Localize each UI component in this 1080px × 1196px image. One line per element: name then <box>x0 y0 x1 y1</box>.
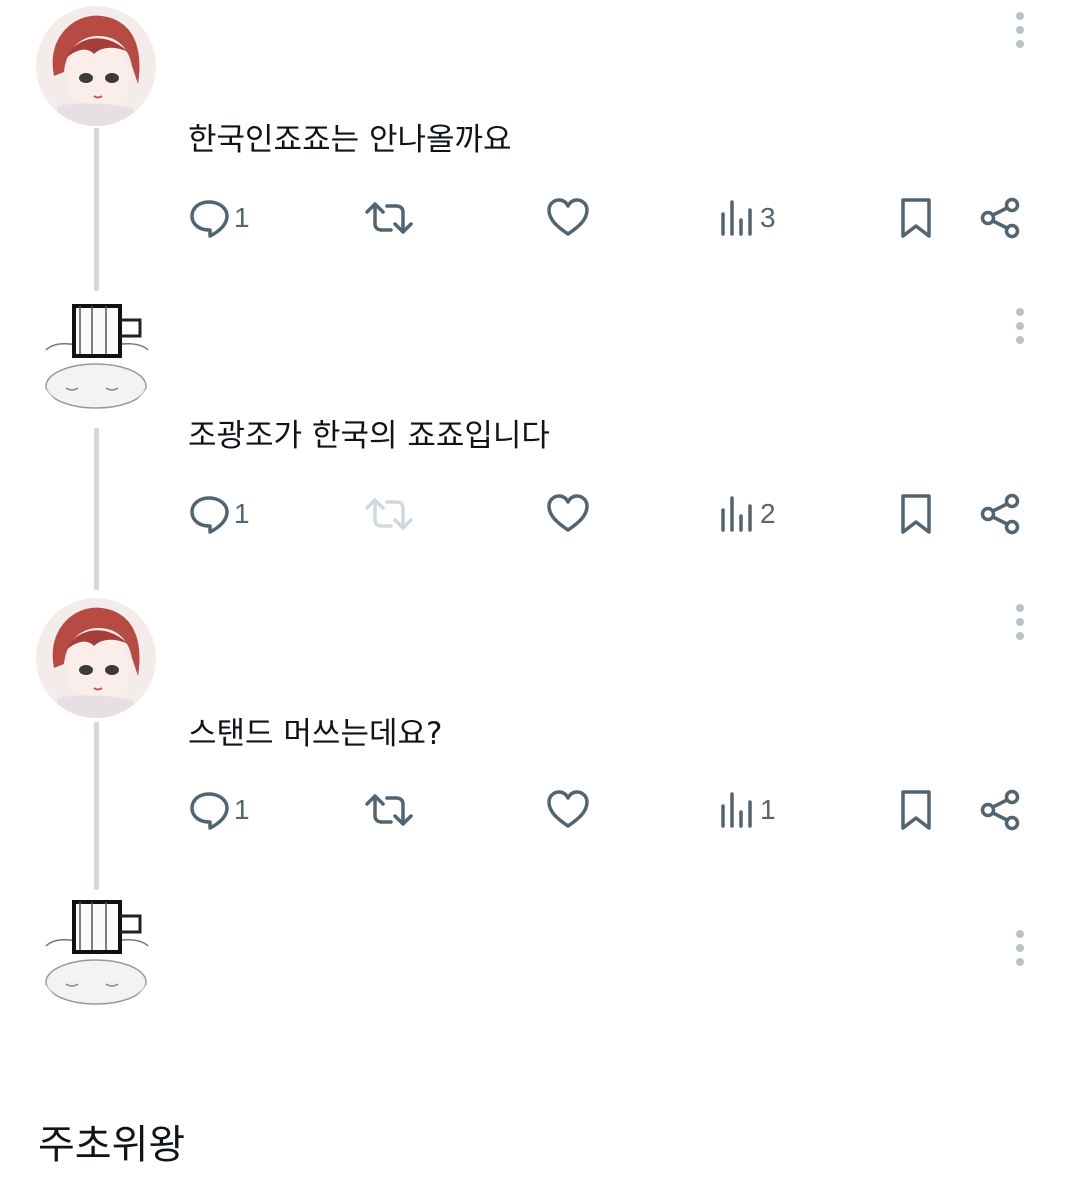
avatar[interactable] <box>36 296 156 416</box>
red-hair-anime-avatar-icon <box>36 6 156 126</box>
heart-icon <box>547 198 589 236</box>
reply-count: 1 <box>234 202 250 233</box>
share-button[interactable] <box>978 196 1022 240</box>
heart-icon <box>547 494 589 532</box>
reply-count: 1 <box>234 794 250 825</box>
red-hair-anime-avatar-icon <box>36 598 156 718</box>
share-button[interactable] <box>978 492 1022 536</box>
analytics-icon <box>721 792 752 828</box>
sketch-cup-avatar-icon <box>36 892 156 1012</box>
like-button[interactable] <box>546 788 590 832</box>
reply-button[interactable]: 1 <box>188 788 250 832</box>
repost-button <box>364 492 414 536</box>
reply-icon <box>190 200 229 238</box>
bookmark-button[interactable] <box>896 492 936 536</box>
bookmark-button[interactable] <box>896 196 936 240</box>
more-button[interactable] <box>1010 10 1030 50</box>
analytics-icon <box>721 200 752 236</box>
share-icon <box>980 493 1020 535</box>
sketch-cup-avatar-icon <box>36 296 156 416</box>
more-button[interactable] <box>1010 602 1030 642</box>
reply-button[interactable]: 1 <box>188 492 250 536</box>
repost-button[interactable] <box>364 788 414 832</box>
share-icon <box>980 789 1020 831</box>
view-count: 1 <box>760 794 776 825</box>
repost-icon <box>365 202 413 234</box>
view-count: 2 <box>760 498 776 529</box>
more-button[interactable] <box>1010 928 1030 968</box>
view-count: 3 <box>760 202 776 233</box>
more-button[interactable] <box>1010 306 1030 346</box>
thread-line <box>94 722 99 890</box>
share-icon <box>980 197 1020 239</box>
reply-text: 조광조가 한국의 죠죠입니다 <box>188 418 550 454</box>
reply-text: 한국인죠죠는 안나올까요 <box>188 122 512 158</box>
footer-name: 주초위왕 <box>38 1122 186 1168</box>
reply-icon <box>190 496 229 534</box>
reply-text: 스탠드 머쓰는데요? <box>188 716 443 752</box>
views-button[interactable]: 1 <box>718 788 776 832</box>
repost-icon <box>365 498 413 530</box>
bookmark-button[interactable] <box>896 788 936 832</box>
repost-icon <box>365 794 413 826</box>
repost-button[interactable] <box>364 196 414 240</box>
avatar[interactable] <box>36 598 156 718</box>
share-button[interactable] <box>978 788 1022 832</box>
like-button[interactable] <box>546 492 590 536</box>
views-button[interactable]: 2 <box>718 492 776 536</box>
bookmark-icon <box>901 198 931 238</box>
like-button[interactable] <box>546 196 590 240</box>
avatar[interactable] <box>36 6 156 126</box>
analytics-icon <box>721 496 752 532</box>
bookmark-icon <box>901 790 931 830</box>
reply-button[interactable]: 1 <box>188 196 250 240</box>
reply-icon <box>190 792 229 830</box>
thread-line <box>94 428 99 590</box>
heart-icon <box>547 790 589 828</box>
reply-count: 1 <box>234 498 250 529</box>
bookmark-icon <box>901 494 931 534</box>
views-button[interactable]: 3 <box>718 196 776 240</box>
avatar[interactable] <box>36 892 156 1012</box>
thread-line <box>94 128 99 291</box>
